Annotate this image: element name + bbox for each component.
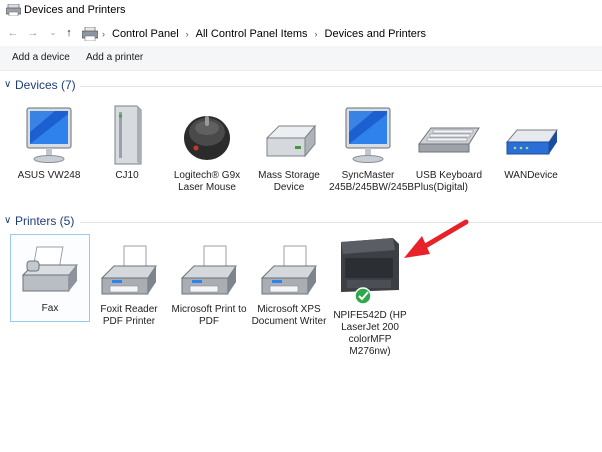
add-device-button[interactable]: Add a device — [12, 52, 70, 63]
breadcrumb-devices-printers[interactable]: Devices and Printers — [325, 28, 427, 40]
device-label: WANDevice — [504, 170, 558, 181]
fax-icon — [21, 246, 79, 292]
mouse-icon — [184, 116, 230, 160]
command-bar: Add a device Add a printer — [0, 46, 602, 71]
device-label: SyncMaster 245B/245BW/245BPlus(Digital) — [329, 170, 468, 193]
printer-item-ms-xps-writer[interactable]: Microsoft XPS Document Writer — [250, 236, 328, 328]
printer-icon — [100, 245, 157, 295]
printers-group-header[interactable]: ∨ Printers (5) — [0, 214, 602, 230]
monitor-icon — [26, 107, 72, 163]
device-item-wandevice[interactable]: WANDevice — [492, 102, 570, 182]
device-item-syncmaster[interactable]: SyncMaster 245B/245BW/245BPlus(Digital) — [329, 102, 468, 194]
printers-group-title: Printers (5) — [15, 214, 75, 228]
device-item-usb-keyboard[interactable]: USB Keyboard — [410, 102, 488, 182]
device-item-logitech-mouse[interactable]: Logitech® G9x Laser Mouse — [168, 102, 246, 194]
router-icon — [505, 129, 558, 155]
device-item-mass-storage[interactable]: Mass Storage Device — [250, 102, 328, 194]
breadcrumb-all-items[interactable]: All Control Panel Items — [196, 28, 308, 40]
control-panel-icon — [82, 27, 98, 41]
device-label: Logitech® G9x Laser Mouse — [173, 170, 241, 193]
address-bar: ← → ⌄ ↑ › Control Panel › All Control Pa… — [0, 22, 602, 44]
printer-icon — [260, 245, 317, 295]
group-divider — [80, 86, 602, 87]
printer-label: Fax — [41, 303, 59, 314]
device-label: CJ10 — [115, 170, 139, 181]
window-title: Devices and Printers — [24, 4, 126, 16]
keyboard-icon — [418, 127, 480, 153]
mfp-printer-icon — [341, 238, 399, 305]
recent-locations-chevron-icon[interactable]: ⌄ — [46, 25, 60, 41]
device-label: USB Keyboard — [415, 170, 483, 181]
device-item-asus-vw248[interactable]: ASUS VW248 — [10, 102, 88, 182]
printer-label: Foxit Reader PDF Printer — [100, 304, 158, 327]
devices-group-title: Devices (7) — [15, 78, 76, 92]
device-label: Mass Storage Device — [258, 170, 320, 193]
add-printer-button[interactable]: Add a printer — [86, 52, 143, 63]
drive-icon — [265, 124, 317, 158]
up-arrow-icon[interactable]: ↑ — [62, 25, 76, 41]
breadcrumb-separator-icon: › — [185, 29, 189, 39]
default-printer-check-icon — [354, 287, 372, 305]
forward-arrow-icon[interactable]: → — [26, 25, 40, 41]
collapse-chevron-icon[interactable]: ∨ — [4, 79, 11, 90]
back-arrow-icon[interactable]: ← — [6, 25, 20, 41]
breadcrumb: › Control Panel › All Control Panel Item… — [82, 26, 426, 42]
printer-label: Microsoft XPS Document Writer — [251, 304, 327, 327]
device-label: ASUS VW248 — [17, 170, 81, 181]
group-divider — [80, 222, 602, 223]
device-item-cj10[interactable]: CJ10 — [88, 102, 166, 182]
pc-tower-icon — [114, 105, 142, 165]
breadcrumb-control-panel[interactable]: Control Panel — [112, 28, 179, 40]
printer-label: NPIFE542D (HP LaserJet 200 colorMFP M276… — [333, 310, 407, 357]
annotation-arrow-icon — [404, 219, 469, 258]
printer-item-foxit[interactable]: Foxit Reader PDF Printer — [90, 236, 168, 328]
devices-group-header[interactable]: ∨ Devices (7) — [0, 78, 602, 94]
printer-item-ms-print-to-pdf[interactable]: Microsoft Print to PDF — [170, 236, 248, 328]
printer-item-fax[interactable]: Fax — [10, 234, 90, 322]
title-bar: Devices and Printers — [0, 0, 602, 22]
monitor-icon — [345, 107, 391, 163]
devices-printers-app-icon — [6, 4, 21, 16]
printer-item-hp-laserjet-m276nw[interactable]: NPIFE542D (HP LaserJet 200 colorMFP M276… — [330, 232, 410, 358]
printer-icon — [180, 245, 237, 295]
breadcrumb-separator-icon: › — [102, 29, 105, 39]
breadcrumb-separator-icon: › — [314, 29, 318, 39]
collapse-chevron-icon[interactable]: ∨ — [4, 215, 11, 226]
printer-label: Microsoft Print to PDF — [171, 304, 247, 327]
